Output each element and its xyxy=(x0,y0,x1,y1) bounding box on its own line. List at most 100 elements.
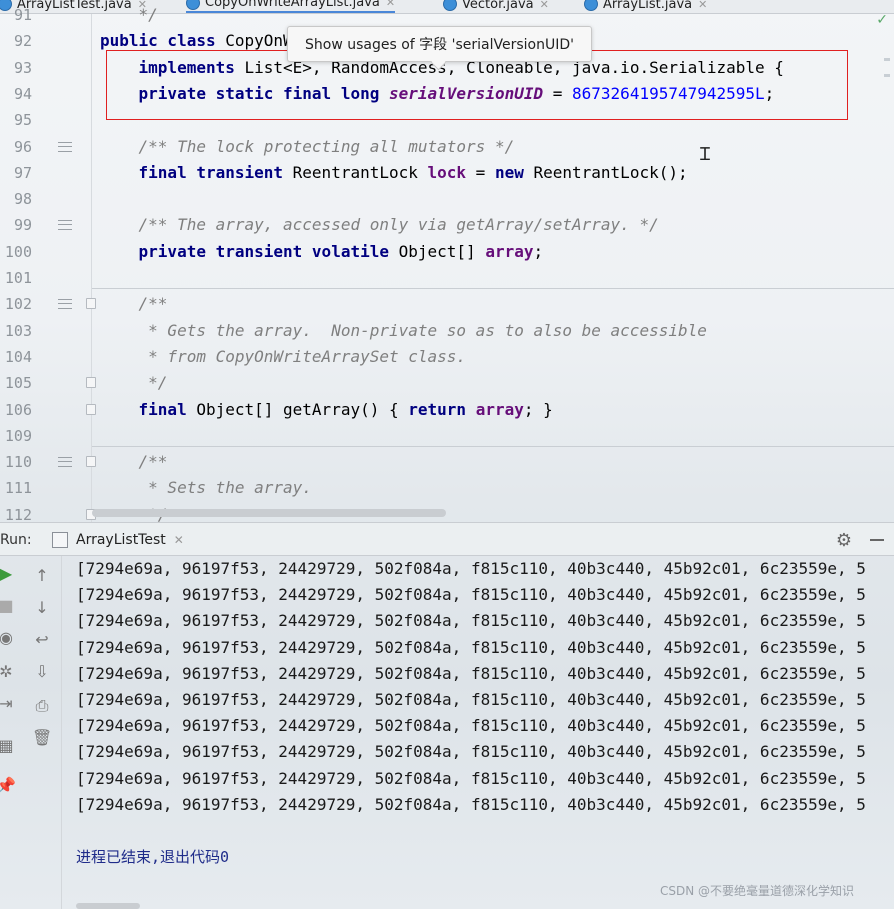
console-line: [7294e69a, 96197f53, 24429729, 502f084a,… xyxy=(76,559,866,578)
line-number: 98 xyxy=(13,190,32,209)
stop-icon[interactable]: ■ xyxy=(0,596,16,616)
code-line: 96 /** The lock protecting all mutators … xyxy=(0,134,880,160)
pin-icon[interactable]: 📌 xyxy=(0,776,16,796)
line-number: 93 xyxy=(13,58,32,77)
watermark: CSDN @不要绝毫量道德深化学知识 xyxy=(660,884,855,898)
code-line: 98 xyxy=(0,186,880,212)
scrollbar-marker[interactable] xyxy=(884,58,890,61)
line-number: 100 xyxy=(4,242,32,261)
code-text: * from CopyOnWriteArraySet class. xyxy=(100,344,466,370)
code-token: Object[] xyxy=(398,241,486,261)
fold-icon[interactable] xyxy=(86,298,96,310)
code-token: * Gets the array. Non-private so as to a… xyxy=(100,320,707,340)
code-text: */ xyxy=(100,370,167,396)
doc-comment-gutter-icon[interactable] xyxy=(58,220,72,231)
code-token: /** The lock protecting all mutators */ xyxy=(100,136,515,156)
code-token: = xyxy=(466,162,495,182)
console-line: [7294e69a, 96197f53, 24429729, 502f084a,… xyxy=(76,637,866,657)
doc-comment-gutter-icon[interactable] xyxy=(58,457,72,468)
console-line: [7294e69a, 96197f53, 24429729, 502f084a,… xyxy=(76,611,866,631)
line-number: 91 xyxy=(13,6,32,24)
tooltip-text: Show usages of 字段 'serialVersionUID' xyxy=(305,37,574,53)
code-line: 104 * from CopyOnWriteArraySet class. xyxy=(0,344,880,370)
code-text: * Gets the array. Non-private so as to a… xyxy=(100,318,707,344)
code-token: /** xyxy=(100,294,168,314)
line-number: 105 xyxy=(4,374,32,393)
console-line: [7294e69a, 96197f53, 24429729, 502f084a,… xyxy=(76,768,866,788)
code-text: /** xyxy=(100,449,168,475)
scroll-to-end-icon[interactable]: ⇩ xyxy=(32,662,52,682)
run-panel-header: Run: ArrayListTest ✕ ⚙ xyxy=(0,522,894,556)
doc-comment-gutter-icon[interactable] xyxy=(58,141,72,152)
code-token: */ xyxy=(100,5,158,24)
code-line: 100 private transient volatile Object[] … xyxy=(0,239,880,265)
console-line: [7294e69a, 96197f53, 24429729, 502f084a,… xyxy=(76,742,866,762)
line-number: 109 xyxy=(4,426,32,445)
code-text: final Object[] getArray() { return array… xyxy=(100,397,553,423)
down-arrow-icon[interactable]: ↓ xyxy=(32,598,52,618)
up-arrow-icon[interactable]: ↑ xyxy=(32,566,52,586)
code-token: return xyxy=(408,399,476,419)
code-text: * Sets the array. xyxy=(100,475,312,501)
horizontal-scrollbar[interactable] xyxy=(92,509,446,517)
code-text: /** The lock protecting all mutators */ xyxy=(100,134,515,160)
minimize-icon[interactable] xyxy=(870,539,884,541)
console-output[interactable]: [7294e69a, 96197f53, 24429729, 502f084a,… xyxy=(62,556,894,909)
code-token: array xyxy=(485,241,534,261)
code-line: 103 * Gets the array. Non-private so as … xyxy=(0,318,880,344)
line-number: 92 xyxy=(13,32,32,51)
code-token: /** xyxy=(100,452,168,472)
code-line: 99 /** The array, accessed only via getA… xyxy=(0,212,880,238)
settings-icon[interactable]: ✲ xyxy=(0,662,16,682)
code-token: */ xyxy=(100,373,168,393)
gear-icon[interactable]: ⚙ xyxy=(836,530,852,551)
layout-icon[interactable]: ▦ xyxy=(0,736,16,756)
rerun-icon[interactable]: ▶ xyxy=(0,564,16,584)
line-number: 110 xyxy=(4,453,32,472)
console-line: [7294e69a, 96197f53, 24429729, 502f084a,… xyxy=(76,663,866,683)
console-scrollbar[interactable] xyxy=(76,903,140,909)
scrollbar-marker[interactable] xyxy=(884,74,890,77)
soft-wrap-icon[interactable]: ↩ xyxy=(32,630,52,650)
line-number: 103 xyxy=(4,321,32,340)
code-line: 110 /** xyxy=(0,449,880,475)
doc-comment-gutter-icon[interactable] xyxy=(58,299,72,310)
close-icon[interactable]: ✕ xyxy=(174,533,184,547)
code-token: Object[] getArray() { xyxy=(196,399,409,419)
code-line: 106 final Object[] getArray() { return a… xyxy=(0,397,880,423)
exit-icon[interactable]: ⇥ xyxy=(0,694,16,714)
code-token: * Sets the array. xyxy=(100,478,312,498)
code-token: private transient volatile xyxy=(100,241,399,261)
usages-tooltip: Show usages of 字段 'serialVersionUID' xyxy=(287,26,592,62)
fold-icon[interactable] xyxy=(86,456,96,468)
code-line: 105 */ xyxy=(0,370,880,396)
line-number: 106 xyxy=(4,400,32,419)
line-number: 111 xyxy=(4,479,32,498)
trash-icon[interactable]: 🗑 xyxy=(32,728,52,748)
code-editor[interactable]: 91 */92public class CopyOnWriteArrayList… xyxy=(0,5,894,524)
run-config-icon xyxy=(52,532,68,548)
line-number: 97 xyxy=(13,163,32,182)
code-token: ReentrantLock(); xyxy=(533,162,688,182)
camera-icon[interactable]: ◉ xyxy=(0,628,16,648)
run-tab-label: ArrayListTest xyxy=(76,532,166,548)
code-text: /** xyxy=(100,291,168,317)
fold-icon[interactable] xyxy=(86,403,96,415)
line-number: 102 xyxy=(4,295,32,314)
code-token: array xyxy=(475,399,524,419)
console-line: [7294e69a, 96197f53, 24429729, 502f084a,… xyxy=(76,690,866,709)
line-number: 95 xyxy=(13,111,32,130)
method-separator xyxy=(92,446,894,447)
print-icon[interactable]: ⎙ xyxy=(32,696,52,716)
exit-message: 进程已结束,退出代码0 xyxy=(76,848,230,866)
line-number: 101 xyxy=(4,269,32,287)
run-tab[interactable]: ArrayListTest ✕ xyxy=(52,523,184,557)
code-token: public class xyxy=(100,31,226,51)
line-number: 104 xyxy=(4,347,32,366)
fold-icon[interactable] xyxy=(86,377,96,389)
console-line: [7294e69a, 96197f53, 24429729, 502f084a,… xyxy=(76,794,866,814)
text-cursor-icon: Ɪ xyxy=(700,144,711,165)
code-token: ; } xyxy=(523,399,553,419)
run-toolbar: ▶ ↑ ■ ↓ ◉ ↩ ✲ ⇩ ⇥ ⎙ ▦ 🗑 📌 xyxy=(0,556,62,909)
code-line: 91 */ xyxy=(0,2,880,28)
